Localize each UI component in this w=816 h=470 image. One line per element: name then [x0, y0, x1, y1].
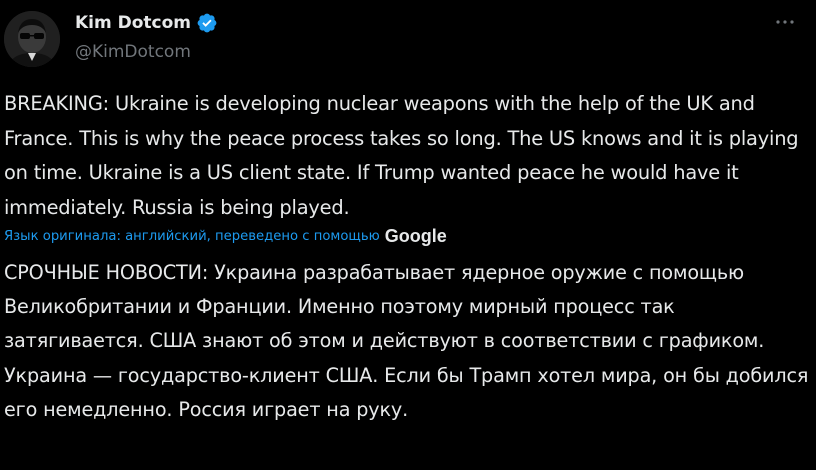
- more-options-icon[interactable]: [773, 14, 797, 30]
- avatar-photo-icon: [4, 11, 60, 67]
- author-handle[interactable]: @KimDotcom: [75, 42, 191, 62]
- tweet-text-original: BREAKING: Ukraine is developing nuclear …: [4, 92, 799, 219]
- author-name[interactable]: Kim Dotcom: [75, 12, 218, 34]
- google-logo: Google: [384, 226, 447, 246]
- verified-badge-icon: [197, 13, 217, 33]
- tweet-text-translated: СРОЧНЫЕ НОВОСТИ: Украина разрабатывает я…: [4, 261, 809, 421]
- translation-note-link[interactable]: Язык оригинала: английский, переведено с…: [4, 229, 380, 244]
- translation-attribution: Язык оригинала: английский, переведено с…: [4, 226, 447, 247]
- tweet-card: Kim Dotcom @KimDotcom BREAKING: Ukraine …: [0, 0, 816, 470]
- author-name-text: Kim Dotcom: [75, 13, 192, 33]
- avatar[interactable]: [4, 11, 60, 67]
